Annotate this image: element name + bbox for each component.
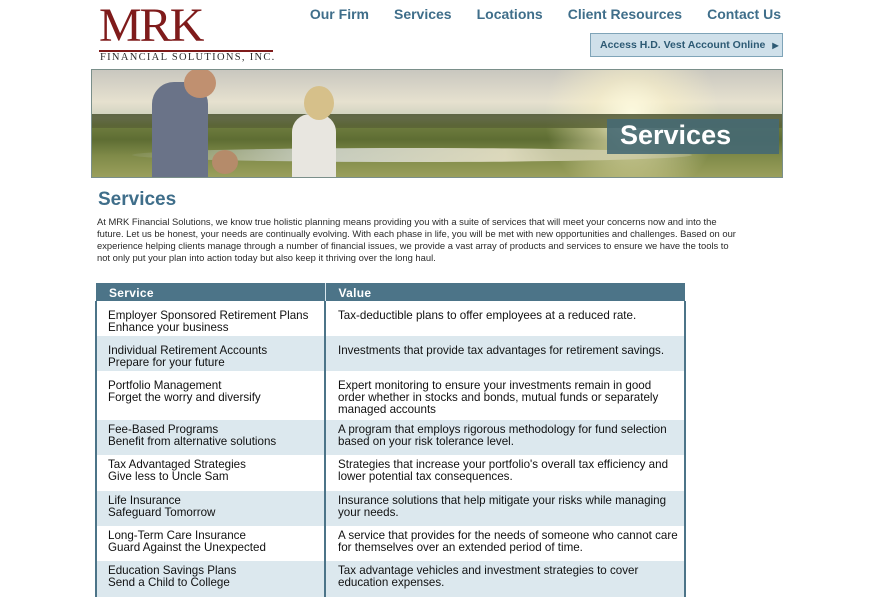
- value-cell: Strategies that increase your portfolio'…: [324, 455, 686, 491]
- table-row: Life Insurance Safeguard Tomorrow Insuran…: [95, 491, 686, 526]
- service-tagline: Guard Against the Unexpected: [108, 541, 266, 554]
- banner-father-head: [184, 70, 216, 98]
- service-cell: Individual Retirement Accounts Prepare fo…: [95, 336, 326, 371]
- table-header-row: Service Value: [96, 283, 685, 301]
- nav-our-firm[interactable]: Our Firm: [310, 6, 369, 22]
- table-row: Fee-Based Programs Benefit from alternati…: [95, 420, 686, 455]
- header-value: Value: [325, 283, 685, 301]
- service-tagline: Benefit from alternative solutions: [108, 435, 277, 448]
- nav-services[interactable]: Services: [394, 6, 452, 22]
- table-row: Long-Term Care Insurance Guard Against th…: [95, 526, 686, 561]
- table-row: Education Savings Plans Send a Child to C…: [95, 561, 686, 597]
- value-cell: A service that provides for the needs of…: [324, 526, 686, 561]
- banner-title: Services: [607, 119, 779, 154]
- value-cell: A program that employs rigorous methodol…: [324, 420, 686, 455]
- page-title: Services: [98, 189, 177, 210]
- triangle-right-icon: ▶: [772, 40, 779, 50]
- logo-subtitle: FINANCIAL SOLUTIONS, INC.: [100, 52, 276, 63]
- service-cell: Portfolio Management Forget the worry and…: [95, 371, 326, 420]
- hero-banner: Services: [91, 69, 783, 178]
- value-cell: Investments that provide tax advantages …: [324, 336, 686, 371]
- service-tagline: Enhance your business: [108, 321, 229, 334]
- services-table: Service Value Employer Sponsored Retirem…: [95, 283, 686, 597]
- banner-child-figure: [212, 150, 238, 174]
- service-cell: Tax Advantaged Strategies Give less to Un…: [95, 455, 326, 491]
- service-tagline: Prepare for your future: [108, 356, 225, 369]
- company-logo[interactable]: MRK FINANCIAL SOLUTIONS, INC.: [99, 0, 276, 63]
- service-cell: Employer Sponsored Retirement Plans Enhan…: [95, 301, 326, 336]
- service-tagline: Send a Child to College: [108, 576, 230, 589]
- nav-locations[interactable]: Locations: [477, 6, 543, 22]
- value-cell: Insurance solutions that help mitigate y…: [324, 491, 686, 526]
- main-nav: Our Firm Services Locations Client Resou…: [310, 6, 781, 22]
- service-cell: Life Insurance Safeguard Tomorrow: [95, 491, 326, 526]
- table-row: Employer Sponsored Retirement Plans Enhan…: [95, 301, 686, 336]
- service-tagline: Safeguard Tomorrow: [108, 506, 216, 519]
- service-tagline: Give less to Uncle Sam: [108, 470, 229, 483]
- service-tagline: Forget the worry and diversify: [108, 391, 261, 404]
- banner-mother-head: [304, 86, 334, 120]
- table-row: Portfolio Management Forget the worry and…: [95, 371, 686, 420]
- service-cell: Education Savings Plans Send a Child to C…: [95, 561, 326, 597]
- table-row: Individual Retirement Accounts Prepare fo…: [95, 336, 686, 371]
- access-account-button[interactable]: Access H.D. Vest Account Online ▶: [590, 33, 783, 57]
- banner-mother-figure: [292, 114, 336, 177]
- value-cell: Tax-deductible plans to offer employees …: [324, 301, 686, 336]
- logo-letters: MRK: [99, 0, 204, 52]
- service-cell: Fee-Based Programs Benefit from alternati…: [95, 420, 326, 455]
- service-cell: Long-Term Care Insurance Guard Against th…: [95, 526, 326, 561]
- table-row: Tax Advantaged Strategies Give less to Un…: [95, 455, 686, 491]
- header-service: Service: [96, 283, 326, 301]
- nav-contact-us[interactable]: Contact Us: [707, 6, 781, 22]
- value-cell: Expert monitoring to ensure your investm…: [324, 371, 686, 420]
- value-cell: Tax advantage vehicles and investment st…: [324, 561, 686, 597]
- access-account-label: Access H.D. Vest Account Online: [600, 39, 766, 51]
- nav-client-resources[interactable]: Client Resources: [568, 6, 682, 22]
- intro-paragraph: At MRK Financial Solutions, we know true…: [97, 216, 736, 263]
